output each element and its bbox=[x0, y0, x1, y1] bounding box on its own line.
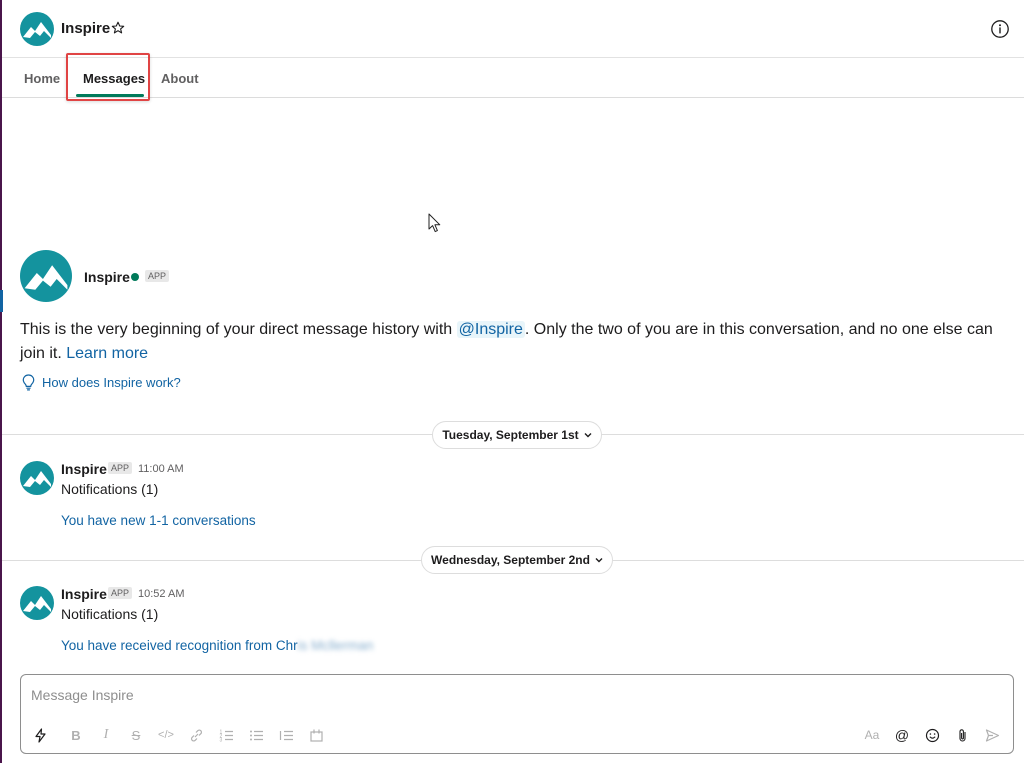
message-sender[interactable]: Inspire bbox=[61, 461, 107, 477]
lightbulb-icon bbox=[22, 374, 35, 391]
help-link-row[interactable]: How does Inspire work? bbox=[22, 374, 181, 391]
message-link-blurred: is Mcllerman bbox=[297, 638, 374, 653]
mention-link[interactable]: @Inspire bbox=[456, 321, 525, 338]
app-badge: APP bbox=[108, 462, 133, 474]
message-link[interactable]: You have received recognition from Chris… bbox=[61, 638, 373, 653]
link-icon[interactable] bbox=[187, 725, 205, 745]
message-avatar[interactable] bbox=[20, 586, 54, 620]
star-icon[interactable] bbox=[111, 21, 125, 35]
message-avatar[interactable] bbox=[20, 461, 54, 495]
active-tab-indicator bbox=[76, 94, 144, 97]
chevron-down-icon bbox=[595, 558, 603, 563]
date-divider-label: Wednesday, September 2nd bbox=[431, 553, 590, 567]
italic-icon[interactable]: I bbox=[97, 725, 115, 745]
formatting-icon[interactable]: Aa bbox=[863, 725, 881, 745]
message-link[interactable]: You have new 1-1 conversations bbox=[61, 513, 256, 528]
presence-indicator bbox=[131, 273, 139, 281]
date-divider-pill[interactable]: Wednesday, September 2nd bbox=[421, 546, 613, 574]
message-timestamp[interactable]: 11:00 AM bbox=[138, 463, 184, 475]
message-composer: B I S </> 123 Aa @ bbox=[20, 674, 1014, 754]
intro-avatar[interactable] bbox=[20, 250, 72, 302]
code-block-icon[interactable] bbox=[307, 725, 325, 745]
tab-home[interactable]: Home bbox=[24, 71, 60, 86]
message-timestamp[interactable]: 10:52 AM bbox=[138, 588, 184, 600]
bold-icon[interactable]: B bbox=[67, 725, 85, 745]
tab-bar: Home Messages About bbox=[2, 53, 1024, 101]
header-title[interactable]: Inspire bbox=[61, 20, 110, 37]
mouse-cursor-icon bbox=[428, 213, 441, 233]
info-icon[interactable] bbox=[990, 19, 1010, 39]
blockquote-icon[interactable] bbox=[277, 725, 295, 745]
code-icon[interactable]: </> bbox=[157, 725, 175, 745]
mention-icon[interactable]: @ bbox=[893, 725, 911, 745]
ordered-list-icon[interactable]: 123 bbox=[217, 725, 235, 745]
app-badge: APP bbox=[145, 270, 170, 282]
date-divider-pill[interactable]: Tuesday, September 1st bbox=[432, 421, 602, 449]
window-left-edge bbox=[0, 0, 2, 763]
attachment-icon[interactable] bbox=[953, 725, 971, 745]
message-link-text: You have new 1-1 conversations bbox=[61, 513, 256, 528]
chevron-down-icon bbox=[584, 433, 592, 438]
date-divider-label: Tuesday, September 1st bbox=[442, 428, 579, 442]
message-title: Notifications (1) bbox=[61, 606, 159, 622]
channel-header: Inspire bbox=[2, 0, 1024, 58]
shortcuts-icon[interactable] bbox=[31, 725, 49, 745]
app-badge: APP bbox=[108, 587, 133, 599]
message-link-text: You have received recognition from Chr bbox=[61, 638, 298, 653]
inspire-logo[interactable] bbox=[20, 12, 54, 46]
help-link[interactable]: How does Inspire work? bbox=[42, 375, 181, 390]
window-edge-marker bbox=[0, 290, 3, 312]
send-icon[interactable] bbox=[983, 725, 1001, 745]
bulleted-list-icon[interactable] bbox=[247, 725, 265, 745]
learn-more-link[interactable]: Learn more bbox=[66, 345, 148, 362]
strikethrough-icon[interactable]: S bbox=[127, 725, 145, 745]
tab-about[interactable]: About bbox=[161, 71, 199, 86]
message-title: Notifications (1) bbox=[61, 481, 159, 497]
intro-text-start: This is the very beginning of your direc… bbox=[20, 321, 457, 338]
intro-text: This is the very beginning of your direc… bbox=[20, 318, 1010, 366]
message-input[interactable] bbox=[31, 687, 991, 703]
emoji-icon[interactable] bbox=[923, 725, 941, 745]
intro-name[interactable]: Inspire bbox=[84, 269, 130, 285]
tab-messages[interactable]: Messages bbox=[83, 71, 145, 86]
svg-text:3: 3 bbox=[219, 737, 222, 743]
message-sender[interactable]: Inspire bbox=[61, 586, 107, 602]
composer-toolbar: B I S </> 123 Aa @ bbox=[31, 725, 1003, 745]
